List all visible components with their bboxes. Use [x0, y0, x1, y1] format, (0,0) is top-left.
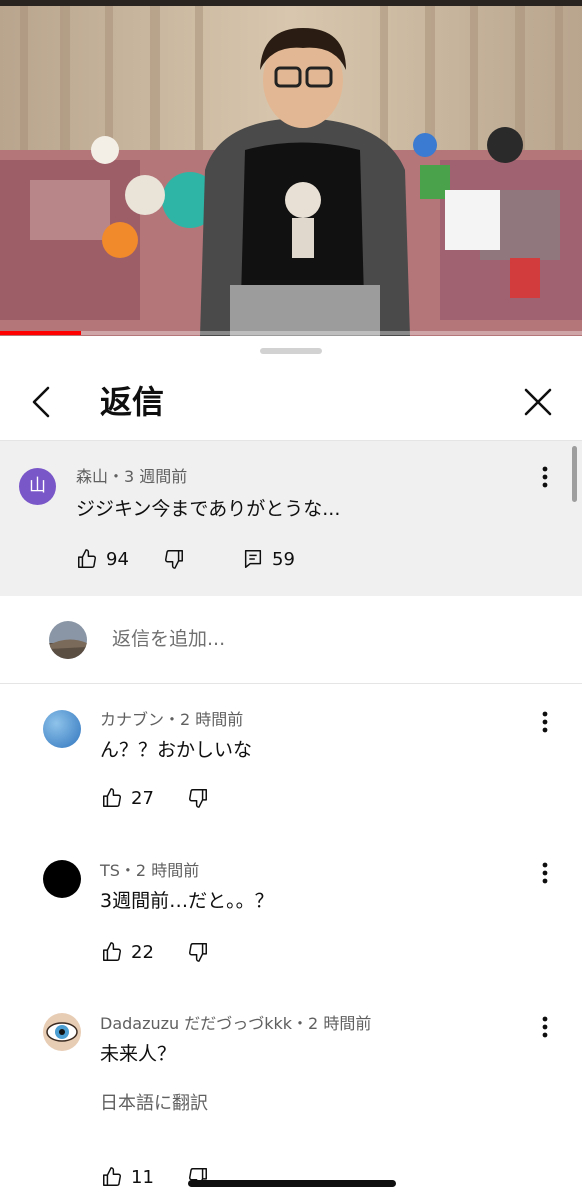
- like-count: 94: [106, 548, 129, 570]
- scrollbar[interactable]: [572, 446, 577, 502]
- like-count: 11: [131, 1166, 154, 1188]
- home-indicator[interactable]: [188, 1180, 396, 1187]
- add-reply-row[interactable]: 返信を追加...: [0, 598, 582, 682]
- replies-panel: 返信 山 森山・3 週間前 ジジキン今までありがとうな... 94 59 返信を…: [0, 336, 582, 1200]
- more-button[interactable]: [535, 1013, 555, 1041]
- dislike-button[interactable]: [187, 941, 209, 963]
- thumb-down-icon: [165, 550, 183, 569]
- comment-text: ジジキン今までありがとうな...: [76, 498, 341, 520]
- panel-header: 返信: [0, 366, 582, 440]
- dislike-button[interactable]: [163, 548, 185, 570]
- video-player[interactable]: [0, 0, 582, 336]
- comment-meta: 森山・3 週間前: [76, 467, 188, 486]
- add-reply-input[interactable]: 返信を追加...: [112, 626, 225, 652]
- reply-count: 59: [272, 548, 295, 570]
- back-button[interactable]: [22, 382, 62, 422]
- comment-icon: [244, 550, 262, 568]
- dislike-button[interactable]: [187, 787, 209, 809]
- like-button[interactable]: 94: [76, 548, 129, 570]
- comment-text: 未来人？: [100, 1043, 177, 1065]
- thumb-down-icon: [189, 789, 207, 808]
- comment-meta: Dadazuzu だだづっづkkk・2 時間前: [100, 1014, 372, 1033]
- comment-text: 3週間前…だと。。？: [100, 890, 274, 912]
- translate-link[interactable]: 日本語に翻訳: [100, 1092, 208, 1116]
- thumb-down-icon: [189, 943, 207, 962]
- more-button[interactable]: [535, 463, 555, 491]
- avatar-letter: 山: [29, 476, 46, 496]
- drag-handle[interactable]: [260, 348, 322, 354]
- thumb-up-icon: [103, 788, 121, 807]
- replies-button[interactable]: 59: [242, 548, 295, 570]
- video-progress-bar[interactable]: [0, 331, 582, 335]
- more-vert-icon: [542, 1016, 548, 1038]
- like-button[interactable]: 27: [101, 787, 154, 809]
- chevron-left-icon: [32, 386, 50, 418]
- avatar: [49, 621, 87, 659]
- more-vert-icon: [542, 466, 548, 488]
- comment-meta: カナブン・2 時間前: [100, 710, 244, 729]
- like-count: 22: [131, 941, 154, 963]
- more-button[interactable]: [535, 859, 555, 887]
- avatar[interactable]: [43, 710, 81, 748]
- comment-text: ん？？おかしいな: [100, 739, 253, 761]
- avatar[interactable]: 山: [19, 468, 56, 505]
- thumb-up-icon: [103, 1167, 121, 1186]
- parent-comment: 山 森山・3 週間前 ジジキン今までありがとうな... 94 59: [0, 441, 582, 596]
- close-icon: [524, 388, 552, 416]
- panel-title: 返信: [100, 383, 165, 421]
- video-frame: [0, 0, 582, 336]
- comment-meta: TS・2 時間前: [100, 861, 200, 880]
- more-vert-icon: [542, 711, 548, 733]
- avatar[interactable]: [43, 860, 81, 898]
- like-button[interactable]: 11: [101, 1166, 154, 1188]
- like-button[interactable]: 22: [101, 941, 154, 963]
- more-vert-icon: [542, 862, 548, 884]
- close-button[interactable]: [518, 382, 558, 422]
- add-reply-divider: [0, 683, 582, 684]
- avatar[interactable]: [43, 1013, 81, 1051]
- video-progress-fill: [0, 331, 82, 335]
- more-button[interactable]: [535, 708, 555, 736]
- thumb-up-icon: [78, 549, 96, 568]
- thumb-up-icon: [103, 942, 121, 961]
- like-count: 27: [131, 787, 154, 809]
